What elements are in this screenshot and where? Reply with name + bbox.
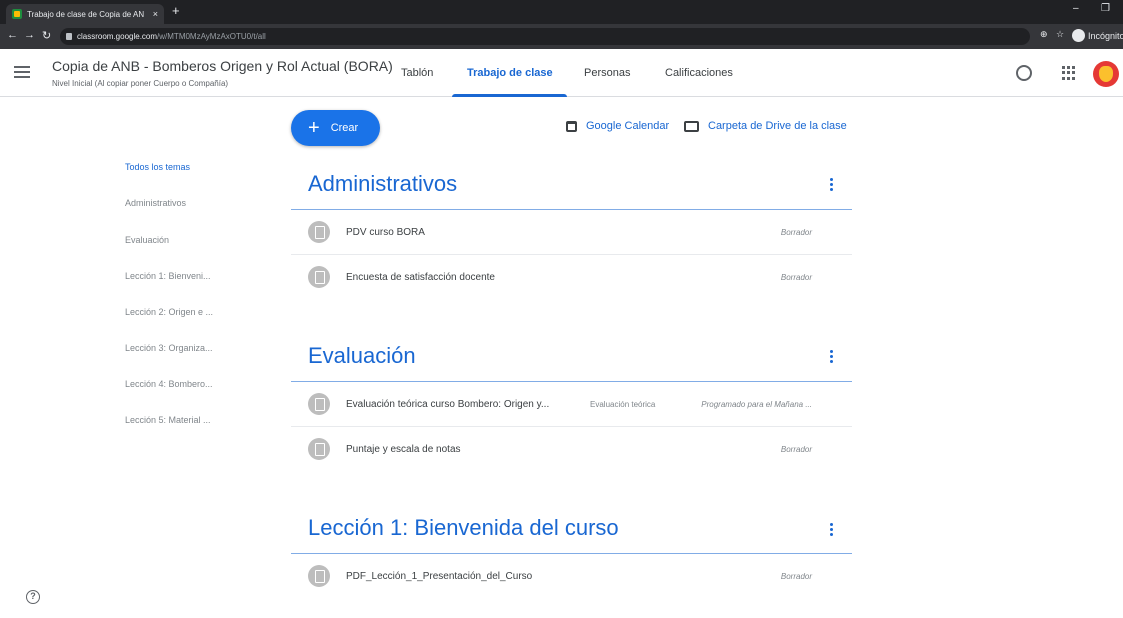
new-tab-button[interactable]: + xyxy=(172,3,180,18)
item-status: Borrador xyxy=(780,273,812,282)
topic-administrativos[interactable]: Administrativos xyxy=(125,198,186,208)
section-divider xyxy=(291,209,852,210)
back-icon[interactable]: ← xyxy=(7,29,18,41)
browser-tab-title: Trabajo de clase de Copia de AN xyxy=(27,9,145,19)
incognito-label: Incógnito xyxy=(1088,30,1123,41)
google-calendar-label: Google Calendar xyxy=(586,120,670,132)
classwork-item[interactable]: PDF_Lección_1_Presentación_del_Curso Bor… xyxy=(291,555,852,599)
section-title-evaluacion: Evaluación xyxy=(308,343,416,368)
classwork-item[interactable]: Evaluación teórica curso Bombero: Origen… xyxy=(291,383,852,427)
assignment-icon xyxy=(308,266,330,288)
account-avatar[interactable] xyxy=(1093,61,1119,87)
address-bar[interactable]: classroom.google.com /w/MTM0MzAyMzAxOTU0… xyxy=(60,28,1030,45)
classwork-item[interactable]: Puntaje y escala de notas Borrador xyxy=(291,428,852,472)
tab-calificaciones[interactable]: Calificaciones xyxy=(665,67,733,79)
item-title: Puntaje y escala de notas xyxy=(346,444,461,455)
bookmark-star-icon[interactable]: ☆ xyxy=(1056,29,1064,40)
plus-icon: + xyxy=(308,117,320,139)
topic-todos-los-temas[interactable]: Todos los temas xyxy=(125,162,190,172)
close-tab-icon[interactable]: × xyxy=(153,9,158,19)
classwork-item[interactable]: PDV curso BORA Borrador xyxy=(291,211,852,255)
topic-leccion-1[interactable]: Lección 1: Bienveni... xyxy=(125,271,211,281)
assignment-icon xyxy=(308,393,330,415)
classroom-favicon-icon xyxy=(12,9,22,19)
restore-window-button[interactable]: ❐ xyxy=(1101,3,1110,14)
more-options-icon[interactable] xyxy=(830,523,833,538)
section-title-administrativos: Administrativos xyxy=(308,171,458,196)
create-button-label: Crear xyxy=(330,122,359,134)
item-status: Borrador xyxy=(780,228,812,237)
active-tab-indicator xyxy=(452,94,567,97)
more-options-icon[interactable] xyxy=(830,350,833,365)
tab-personas[interactable]: Personas xyxy=(584,67,630,79)
zoom-icon[interactable]: ⊕ xyxy=(1040,29,1048,40)
folder-icon xyxy=(684,120,699,132)
more-options-icon[interactable] xyxy=(830,178,833,193)
section-divider xyxy=(291,553,852,554)
item-status: Programado para el Mañana ... xyxy=(701,400,812,409)
drive-folder-button[interactable]: Carpeta de Drive de la clase xyxy=(684,120,847,132)
google-apps-icon[interactable] xyxy=(1062,66,1076,80)
tab-tablon[interactable]: Tablón xyxy=(401,67,433,79)
class-subtitle: Nivel Inicial (Al copiar poner Cuerpo o … xyxy=(52,79,229,88)
section-divider xyxy=(291,381,852,382)
item-title: Evaluación teórica curso Bombero: Origen… xyxy=(346,399,550,410)
class-title[interactable]: Copia de ANB - Bomberos Origen y Rol Act… xyxy=(52,58,393,74)
material-icon xyxy=(308,565,330,587)
material-icon xyxy=(308,221,330,243)
item-title: Encuesta de satisfacción docente xyxy=(346,272,495,283)
item-status: Borrador xyxy=(780,445,812,454)
classroom-header: Copia de ANB - Bomberos Origen y Rol Act… xyxy=(0,49,1123,97)
help-icon[interactable]: ? xyxy=(26,590,40,604)
drive-folder-label: Carpeta de Drive de la clase xyxy=(708,120,847,132)
main-menu-icon[interactable] xyxy=(14,66,30,78)
minimize-window-button[interactable]: – xyxy=(1073,3,1079,14)
topic-leccion-2[interactable]: Lección 2: Origen e ... xyxy=(125,307,213,317)
browser-tab[interactable]: Trabajo de clase de Copia de AN × xyxy=(6,4,164,24)
section-title-leccion-1: Lección 1: Bienvenida del curso xyxy=(308,515,619,540)
incognito-icon xyxy=(1072,29,1085,42)
item-status: Borrador xyxy=(780,572,812,581)
browser-toolbar: ← → ↻ classroom.google.com /w/MTM0MzAyMz… xyxy=(0,24,1123,49)
lock-icon xyxy=(66,33,72,40)
item-title: PDV curso BORA xyxy=(346,227,425,238)
topic-leccion-5[interactable]: Lección 5: Material ... xyxy=(125,415,211,425)
calendar-icon xyxy=(566,120,577,132)
tab-trabajo-de-clase[interactable]: Trabajo de clase xyxy=(467,67,553,79)
topic-leccion-3[interactable]: Lección 3: Organiza... xyxy=(125,343,213,353)
url-host: classroom.google.com xyxy=(77,32,158,41)
browser-tab-strip: Trabajo de clase de Copia de AN × + – ❐ xyxy=(0,0,1123,24)
topic-evaluacion[interactable]: Evaluación xyxy=(125,235,169,245)
forward-icon[interactable]: → xyxy=(24,29,35,41)
topic-leccion-4[interactable]: Lección 4: Bombero... xyxy=(125,379,213,389)
url-path: /w/MTM0MzAyMzAxOTU0/t/all xyxy=(157,32,266,41)
material-icon xyxy=(308,438,330,460)
reload-icon[interactable]: ↻ xyxy=(42,29,51,42)
settings-gear-icon[interactable] xyxy=(1016,65,1032,81)
incognito-indicator[interactable]: Incógnito xyxy=(1072,29,1123,42)
item-title: PDF_Lección_1_Presentación_del_Curso xyxy=(346,571,533,582)
classwork-item[interactable]: Encuesta de satisfacción docente Borrado… xyxy=(291,256,852,300)
create-button[interactable]: + Crear xyxy=(291,110,380,146)
item-topic: Evaluación teórica xyxy=(590,400,656,409)
google-calendar-button[interactable]: Google Calendar xyxy=(566,120,669,132)
